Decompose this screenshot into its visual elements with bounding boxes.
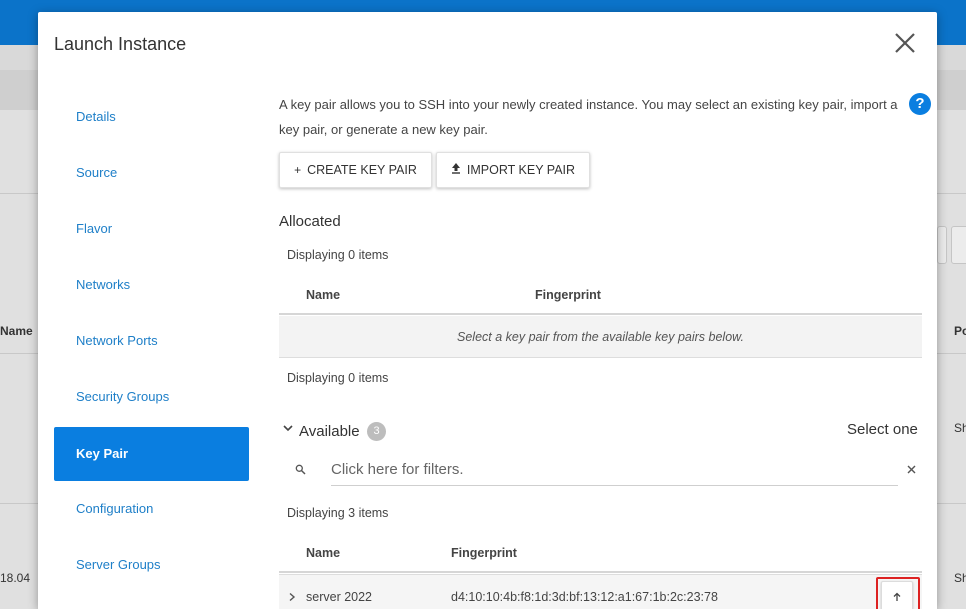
nav-item-security-groups[interactable]: Security Groups (54, 370, 249, 424)
nav-item-networks[interactable]: Networks (54, 258, 249, 312)
help-icon[interactable]: ? (909, 93, 931, 115)
create-key-pair-button[interactable]: + CREATE KEY PAIR (279, 152, 432, 188)
allocate-key-pair-button[interactable] (881, 581, 913, 609)
background-version-text: 18.04 (0, 571, 31, 585)
nav-item-key-pair[interactable]: Key Pair (54, 427, 249, 481)
plus-icon: + (294, 163, 302, 177)
allocated-count-bottom: Displaying 0 items (287, 371, 389, 385)
background-button (951, 226, 966, 264)
column-name: Name (306, 288, 341, 302)
table-row[interactable]: server 2022 d4:10:10:4b:f8:1d:3d:bf:13:1… (279, 574, 922, 609)
column-fingerprint: Fingerprint (451, 546, 517, 560)
allocated-empty-message: Select a key pair from the available key… (279, 316, 922, 358)
available-table-header: Name Fingerprint (279, 533, 922, 573)
clear-filter-icon[interactable] (906, 462, 917, 480)
background-sh-text: Sh (954, 421, 966, 435)
launch-instance-modal: Launch Instance Details Source Flavor Ne… (38, 12, 937, 609)
allocated-table-header: Name Fingerprint (279, 275, 922, 315)
key-pair-name: server 2022 (306, 590, 373, 604)
import-key-pair-label: IMPORT KEY PAIR (466, 163, 576, 177)
column-fingerprint: Fingerprint (535, 288, 601, 302)
key-pair-description: A key pair allows you to SSH into your n… (279, 97, 898, 137)
chevron-right-icon[interactable] (287, 591, 297, 602)
nav-item-source[interactable]: Source (54, 146, 249, 200)
background-sh-text: Sh (954, 571, 966, 585)
background-name-column: Name (0, 324, 33, 338)
background-button (937, 226, 947, 264)
import-key-pair-button[interactable]: IMPORT KEY PAIR (436, 152, 590, 188)
filter-underline (331, 485, 898, 486)
nav-item-flavor[interactable]: Flavor (54, 202, 249, 256)
allocated-title: Allocated (279, 213, 341, 230)
filter-bar (289, 452, 919, 486)
upload-icon (451, 163, 461, 177)
chevron-down-icon[interactable] (281, 421, 295, 435)
available-count-badge: 3 (367, 422, 386, 441)
create-key-pair-label: CREATE KEY PAIR (307, 163, 417, 177)
available-title[interactable]: Available (299, 423, 360, 440)
allocated-count-top: Displaying 0 items (287, 248, 389, 262)
nav-item-details[interactable]: Details (54, 90, 249, 144)
available-count: Displaying 3 items (287, 506, 389, 520)
select-one-hint: Select one (847, 421, 918, 438)
search-icon (295, 462, 306, 480)
key-pair-content: A key pair allows you to SSH into your n… (279, 12, 931, 609)
column-name: Name (306, 546, 341, 560)
nav-item-configuration[interactable]: Configuration (54, 482, 249, 536)
modal-title: Launch Instance (54, 34, 187, 54)
filter-input[interactable] (331, 458, 871, 480)
key-pair-fingerprint: d4:10:10:4b:f8:1d:3d:bf:13:12:a1:67:1b:2… (451, 590, 718, 604)
background-po-column: Po (954, 324, 966, 338)
nav-item-network-ports[interactable]: Network Ports (54, 314, 249, 368)
nav-item-server-groups[interactable]: Server Groups (54, 538, 249, 592)
